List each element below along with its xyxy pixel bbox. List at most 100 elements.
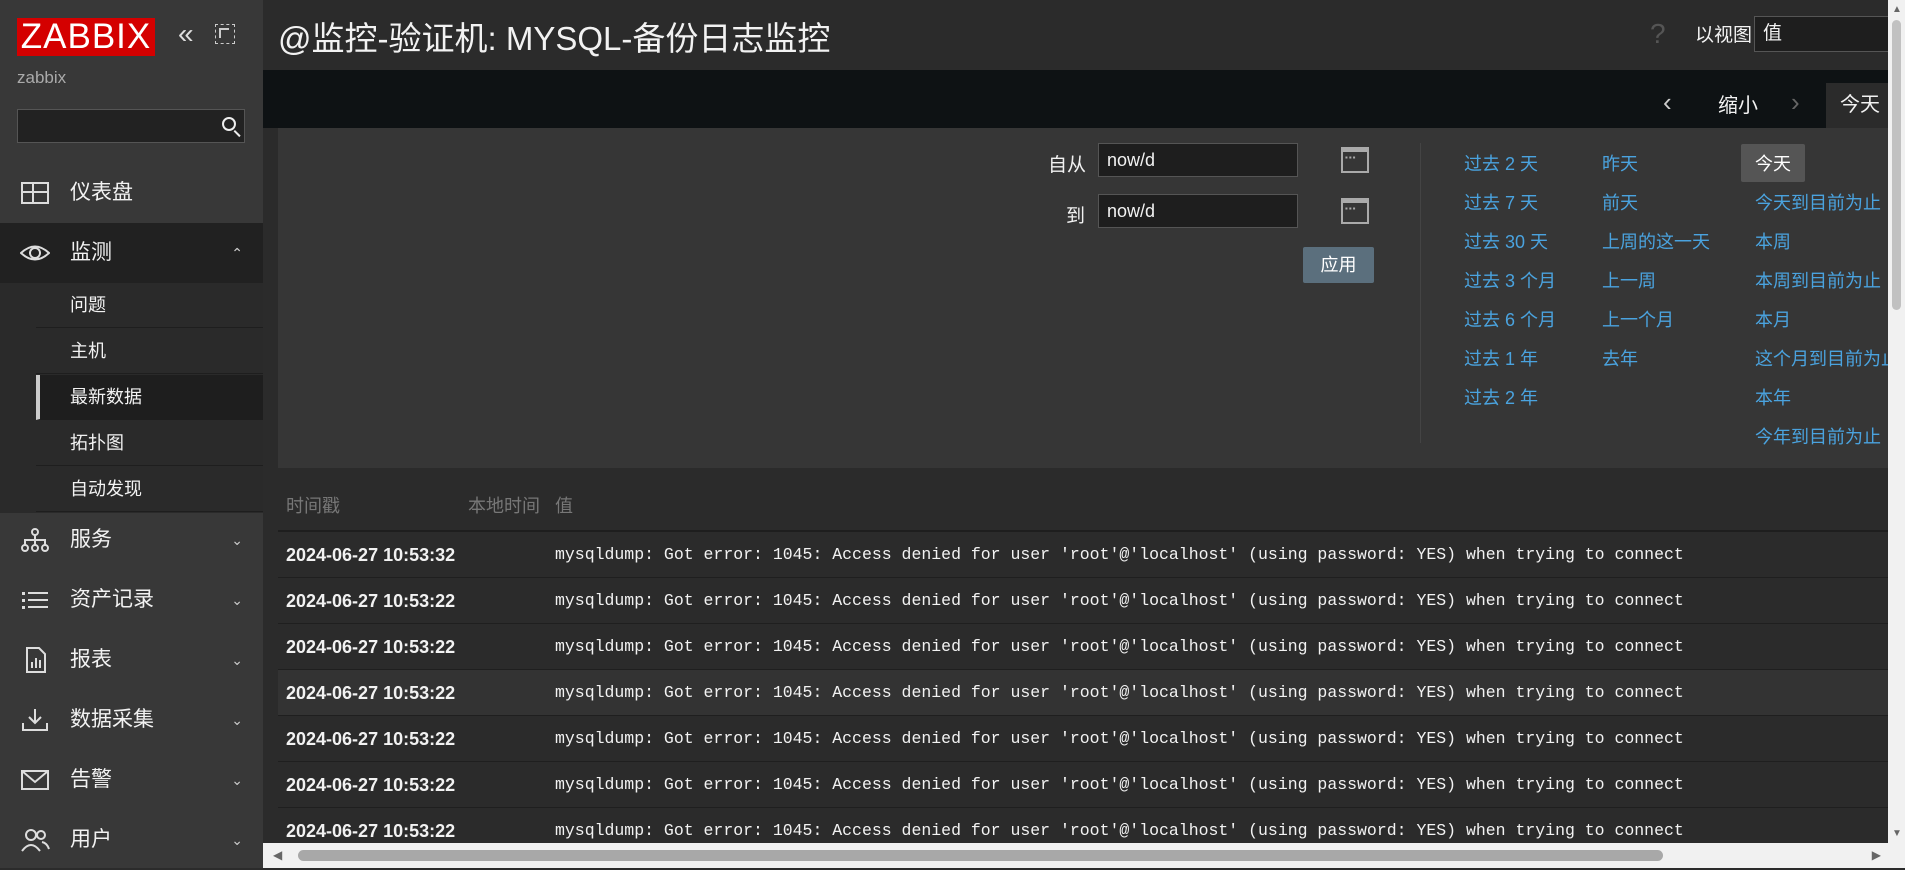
eye-icon [20,245,50,261]
column-header-value: 值 [555,496,573,516]
chevron-down-icon: ⌄ [231,712,243,728]
users-icon [21,829,50,852]
column-header-local-time: 本地时间 [468,496,540,516]
row-value: mysqldump: Got error: 1045: Access denie… [555,637,1684,656]
horizontal-scroll-thumb[interactable] [298,850,1663,861]
from-label: 自从 [1048,155,1087,176]
quick-range-link[interactable]: 上一个月 [1602,306,1674,332]
menu-alerts[interactable]: 告警 ⌄ [0,750,263,810]
view-as-select[interactable]: 值 [1754,16,1894,52]
table-row: 2024-06-27 10:53:22 mysqldump: Got error… [278,624,1890,670]
report-icon [26,647,46,673]
menu-label: 服务 [70,528,112,551]
menu-dashboard[interactable]: 仪表盘 [0,163,263,223]
menu-services[interactable]: 服务 ⌄ [0,510,263,570]
quick-range-link[interactable]: 过去 1 年 [1464,345,1538,371]
table-row: 2024-06-27 10:53:22 mysqldump: Got error… [278,762,1890,808]
monitoring-submenu: 问题 主机 最新数据 拓扑图 自动发现 [0,283,263,513]
quick-range-link[interactable]: 昨天 [1602,150,1638,176]
row-timestamp: 2024-06-27 10:53:22 [286,775,456,795]
services-icon [21,528,49,552]
quick-range-link[interactable]: 过去 2 天 [1464,150,1538,176]
to-input[interactable]: now/d [1098,194,1298,228]
menu-label: 监测 [70,241,112,264]
scroll-down-icon[interactable]: ▼ [1892,828,1902,839]
calendar-icon[interactable] [1341,147,1369,173]
table-row: 2024-06-27 10:53:22 mysqldump: Got error… [278,670,1890,716]
page-title: @监控-验证机: MYSQL-备份日志监控 [278,20,831,57]
kiosk-mode-icon[interactable] [215,24,235,44]
row-timestamp: 2024-06-27 10:53:22 [286,729,456,749]
calendar-icon[interactable] [1341,198,1369,224]
download-icon [22,709,48,731]
help-icon[interactable]: ? [1650,18,1666,50]
row-timestamp: 2024-06-27 10:53:32 [286,545,456,565]
history-table: 时间戳 本地时间 值 2024-06-27 10:53:32 mysqldump… [278,483,1890,868]
row-value: mysqldump: Got error: 1045: Access denie… [555,545,1684,564]
vertical-scrollbar[interactable]: ▲ ▼ [1888,0,1905,843]
from-input[interactable]: now/d [1098,143,1298,177]
quick-range-link[interactable]: 过去 2 年 [1464,384,1538,410]
quick-range-link[interactable]: 本年 [1755,384,1791,410]
quick-range-link[interactable]: 今天到目前为止 [1755,189,1881,215]
filter-tabs: ‹ 缩小 › 今天 [263,70,1905,128]
submenu-item-problems[interactable]: 问题 [36,283,263,328]
table-row: 2024-06-27 10:53:32 mysqldump: Got error… [278,532,1890,578]
chevron-down-icon: ⌄ [231,652,243,668]
menu-label: 报表 [70,648,112,671]
sidebar-search [17,109,245,143]
column-header-timestamp[interactable]: 时间戳 [286,483,340,530]
quick-range-selected[interactable]: 今天 [1741,144,1805,182]
chevron-down-icon: ⌄ [231,532,243,548]
quick-range-link[interactable]: 过去 6 个月 [1464,306,1556,332]
menu-inventory[interactable]: 资产记录 ⌄ [0,570,263,630]
list-icon [22,592,48,609]
menu-label: 告警 [70,768,112,791]
view-as-label: 以视图 [1695,25,1753,46]
quick-range-link[interactable]: 本周 [1755,228,1791,254]
row-timestamp: 2024-06-27 10:53:22 [286,591,456,611]
menu-monitoring[interactable]: 监测 ⌃ [0,223,263,283]
scroll-left-icon[interactable]: ◀ [273,848,282,862]
row-value: mysqldump: Got error: 1045: Access denie… [555,683,1684,702]
menu-users[interactable]: 用户 ⌄ [0,810,263,870]
chevron-down-icon: ⌄ [231,592,243,608]
submenu-item-latest-data[interactable]: 最新数据 [36,375,263,420]
sidebar: ZABBIX « zabbix 仪表盘 监测 ⌃ 问题 主机 最新数据 拓扑图 … [0,0,263,868]
row-timestamp: 2024-06-27 10:53:22 [286,637,456,657]
sidebar-search-input[interactable] [18,110,216,142]
filter-divider [1420,143,1421,443]
chevron-left-icon[interactable]: ‹ [1663,87,1672,118]
apply-button[interactable]: 应用 [1303,247,1374,283]
dashboard-icon [21,182,49,204]
chevron-right-icon[interactable]: › [1791,87,1800,118]
page-header: @监控-验证机: MYSQL-备份日志监控 ? 以视图 值 [263,0,1894,70]
zabbix-logo[interactable]: ZABBIX [17,18,155,56]
quick-range-link[interactable]: 过去 3 个月 [1464,267,1556,293]
quick-range-link[interactable]: 这个月到目前为止 [1755,345,1899,371]
search-icon[interactable] [222,117,236,131]
quick-range-link[interactable]: 去年 [1602,345,1638,371]
mail-icon [21,770,49,790]
submenu-item-maps[interactable]: 拓扑图 [36,421,263,466]
row-value: mysqldump: Got error: 1045: Access denie… [555,729,1684,748]
menu-data-collection[interactable]: 数据采集 ⌄ [0,690,263,750]
quick-range-link[interactable]: 本周到目前为止 [1755,267,1881,293]
scroll-right-icon[interactable]: ▶ [1872,848,1881,862]
quick-range-link[interactable]: 过去 30 天 [1464,228,1548,254]
vertical-scroll-thumb[interactable] [1892,20,1901,310]
zoom-out-button[interactable]: 缩小 [1718,89,1758,118]
quick-range-link[interactable]: 前天 [1602,189,1638,215]
menu-reports[interactable]: 报表 ⌄ [0,630,263,690]
quick-range-link[interactable]: 上一周 [1602,267,1656,293]
submenu-item-discovery[interactable]: 自动发现 [36,467,263,512]
horizontal-scrollbar[interactable]: ◀ ▶ [263,843,1905,868]
quick-range-link[interactable]: 过去 7 天 [1464,189,1538,215]
submenu-item-hosts[interactable]: 主机 [36,329,263,374]
scroll-up-icon[interactable]: ▲ [1892,4,1902,15]
quick-range-link[interactable]: 上周的这一天 [1602,228,1710,254]
chevron-down-icon: ⌄ [231,832,243,848]
quick-range-link[interactable]: 今年到目前为止 [1755,423,1881,449]
collapse-sidebar-icon[interactable]: « [178,20,204,50]
quick-range-link[interactable]: 本月 [1755,306,1791,332]
